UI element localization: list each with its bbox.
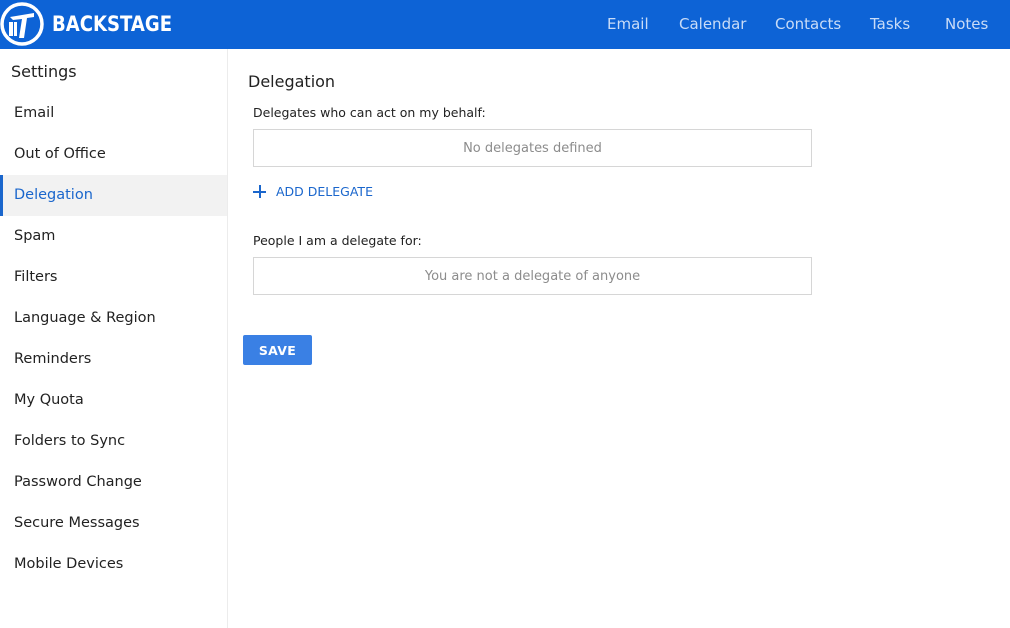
delegate-for-list: You are not a delegate of anyone: [253, 257, 812, 295]
sidebar-item-email[interactable]: Email: [0, 93, 227, 134]
sidebar-item-out-of-office[interactable]: Out of Office: [0, 134, 227, 175]
sidebar-item-spam[interactable]: Spam: [0, 216, 227, 257]
delegates-label: Delegates who can act on my behalf:: [253, 105, 486, 120]
backstage-logo-icon: [0, 2, 44, 46]
delegate-for-empty-message: You are not a delegate of anyone: [424, 268, 641, 284]
delegates-empty-message: No delegates defined: [463, 140, 602, 156]
delegates-list: No delegates defined: [253, 129, 812, 167]
nav-tasks[interactable]: Tasks: [870, 15, 910, 33]
brand-name: BACKSTAGE: [52, 12, 173, 36]
sidebar-item-reminders[interactable]: Reminders: [0, 339, 227, 380]
add-delegate-label: ADD DELEGATE: [276, 183, 373, 199]
nav-contacts[interactable]: Contacts: [775, 15, 841, 33]
delegate-for-label: People I am a delegate for:: [253, 233, 422, 248]
delegation-panel: Delegation Delegates who can act on my b…: [228, 49, 1010, 628]
top-navigation-bar: BACKSTAGE Email Calendar Contacts Tasks …: [0, 0, 1010, 49]
sidebar-title: Settings: [11, 62, 77, 81]
sidebar-item-filters[interactable]: Filters: [0, 257, 227, 298]
save-button[interactable]: SAVE: [243, 335, 312, 365]
sidebar-item-folders-to-sync[interactable]: Folders to Sync: [0, 421, 227, 462]
plus-icon: [253, 184, 266, 198]
sidebar-item-mobile-devices[interactable]: Mobile Devices: [0, 544, 227, 585]
nav-calendar[interactable]: Calendar: [679, 15, 746, 33]
settings-sidebar: Settings Email Out of Office Delegation …: [0, 49, 228, 628]
sidebar-item-password-change[interactable]: Password Change: [0, 462, 227, 503]
nav-notes[interactable]: Notes: [945, 15, 988, 33]
sidebar-item-delegation[interactable]: Delegation: [0, 175, 227, 216]
nav-email[interactable]: Email: [607, 15, 649, 33]
brand-logo[interactable]: BACKSTAGE: [0, 2, 192, 46]
page-title: Delegation: [248, 72, 336, 91]
sidebar-item-my-quota[interactable]: My Quota: [0, 380, 227, 421]
add-delegate-button[interactable]: ADD DELEGATE: [253, 182, 373, 200]
sidebar-item-language-region[interactable]: Language & Region: [0, 298, 227, 339]
sidebar-item-secure-messages[interactable]: Secure Messages: [0, 503, 227, 544]
